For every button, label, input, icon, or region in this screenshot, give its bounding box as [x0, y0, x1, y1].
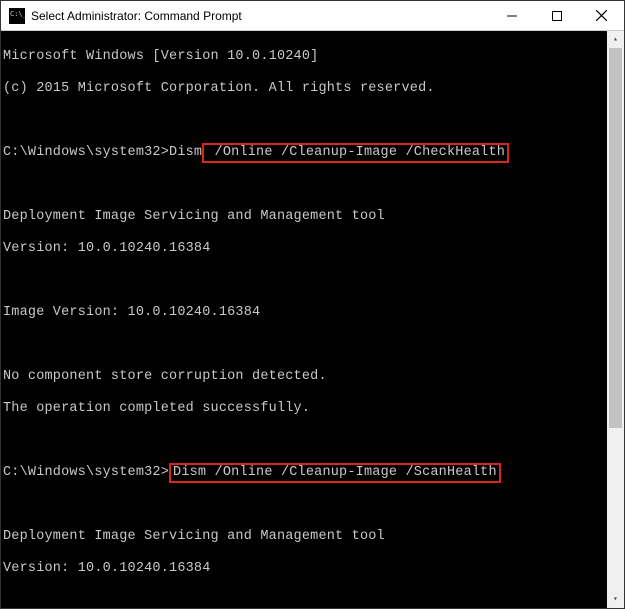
- console-area[interactable]: Microsoft Windows [Version 10.0.10240] (…: [1, 31, 624, 608]
- cmd-icon: [9, 8, 25, 24]
- window-title: Select Administrator: Command Prompt: [31, 9, 489, 23]
- output-line: No component store corruption detected.: [3, 369, 604, 385]
- output-line: The operation completed successfully.: [3, 401, 604, 417]
- prompt-line: C:\Windows\system32>Dism /Online /Cleanu…: [3, 465, 604, 481]
- command-prompt-window: Select Administrator: Command Prompt Mic…: [0, 0, 625, 609]
- output-line: Version: 10.0.10240.16384: [3, 241, 604, 257]
- output-line: (c) 2015 Microsoft Corporation. All righ…: [3, 81, 604, 97]
- prompt-line: C:\Windows\system32>Dism /Online /Cleanu…: [3, 145, 604, 161]
- output-line: Image Version: 10.0.10240.16384: [3, 305, 604, 321]
- scroll-up-arrow-icon[interactable]: ▴: [607, 31, 624, 48]
- output-line: Microsoft Windows [Version 10.0.10240]: [3, 49, 604, 65]
- highlight-scanhealth: Dism /Online /Cleanup-Image /ScanHealth: [169, 463, 501, 483]
- maximize-button[interactable]: [534, 1, 579, 30]
- titlebar[interactable]: Select Administrator: Command Prompt: [1, 1, 624, 31]
- output-line: Deployment Image Servicing and Managemen…: [3, 529, 604, 545]
- close-button[interactable]: [579, 1, 624, 30]
- output-line: Version: 10.0.10240.16384: [3, 561, 604, 577]
- scrollbar-track[interactable]: [607, 48, 624, 591]
- highlight-checkhealth: /Online /Cleanup-Image /CheckHealth: [202, 143, 509, 163]
- scrollbar-thumb[interactable]: [609, 48, 622, 428]
- output-line: Deployment Image Servicing and Managemen…: [3, 209, 604, 225]
- vertical-scrollbar[interactable]: ▴ ▾: [607, 31, 624, 608]
- scroll-down-arrow-icon[interactable]: ▾: [607, 591, 624, 608]
- window-controls: [489, 1, 624, 30]
- terminal-output: Microsoft Windows [Version 10.0.10240] (…: [3, 33, 622, 608]
- minimize-button[interactable]: [489, 1, 534, 30]
